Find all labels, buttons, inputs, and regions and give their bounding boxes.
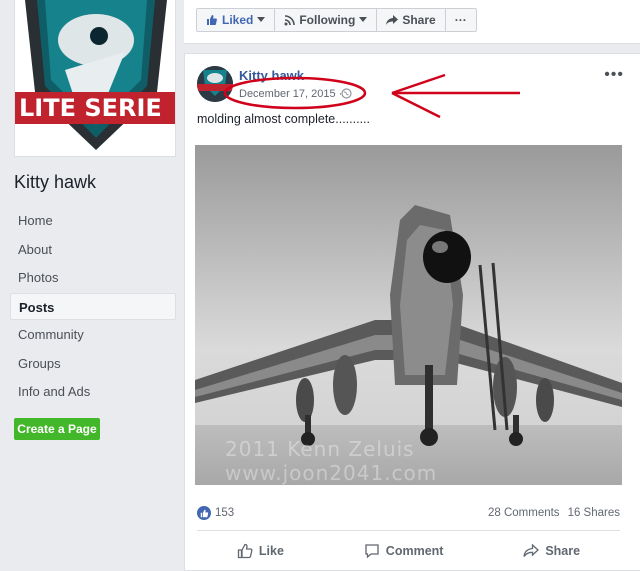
jet-aircraft-photo bbox=[195, 145, 622, 485]
nav-item-info-and-ads[interactable]: Info and Ads bbox=[10, 378, 176, 405]
page-nav: Home About Photos Posts Community Groups… bbox=[10, 207, 176, 407]
post-author-link[interactable]: Kitty hawk bbox=[239, 68, 304, 83]
comment-icon bbox=[365, 544, 379, 559]
shares-count-link[interactable]: 16 Shares bbox=[568, 507, 620, 519]
elite-series-logo: LITE SERIE bbox=[15, 0, 175, 156]
photo-watermark: 2011 Kenn Zeluis www.joon2041.com bbox=[225, 437, 438, 485]
nav-item-community[interactable]: Community bbox=[10, 321, 176, 348]
share-button[interactable]: Share bbox=[523, 536, 580, 566]
liked-label: Liked bbox=[222, 13, 254, 27]
thumbs-up-icon bbox=[207, 15, 217, 25]
like-reaction-icon bbox=[197, 506, 211, 520]
share-label: Share bbox=[545, 544, 581, 558]
comments-count-link[interactable]: 28 Comments bbox=[488, 507, 560, 519]
create-page-button[interactable]: Create a Page bbox=[14, 418, 100, 440]
comment-button[interactable]: Comment bbox=[364, 536, 444, 566]
post-card: Kitty hawk December 17, 2015 · ••• moldi… bbox=[184, 53, 640, 571]
share-label: Share bbox=[402, 13, 436, 27]
page-sidebar: LITE SERIE Kitty hawk Home About Photos … bbox=[0, 0, 184, 571]
chevron-down-icon bbox=[257, 17, 266, 22]
engagement-counts: 28 Comments 16 Shares bbox=[488, 507, 620, 519]
page-action-bar: Liked Following Share ··· bbox=[184, 0, 640, 44]
avatar[interactable] bbox=[197, 66, 233, 102]
share-arrow-icon bbox=[523, 544, 540, 557]
profile-cover-image[interactable]: LITE SERIE bbox=[14, 0, 176, 157]
post-action-bar: Like Comment Share bbox=[197, 536, 620, 566]
chevron-down-icon bbox=[359, 17, 368, 22]
page-title: Kitty hawk bbox=[14, 172, 97, 192]
like-count: 153 bbox=[215, 507, 235, 519]
svg-text:LITE SERIE: LITE SERIE bbox=[19, 94, 162, 122]
more-options-button[interactable]: ··· bbox=[446, 9, 476, 31]
nav-item-about[interactable]: About bbox=[10, 236, 176, 263]
post-timestamp[interactable]: December 17, 2015 · bbox=[239, 88, 342, 100]
nav-item-home[interactable]: Home bbox=[10, 207, 176, 234]
page-avatar-logo bbox=[197, 66, 233, 102]
rss-icon bbox=[284, 14, 296, 25]
following-button[interactable]: Following bbox=[275, 9, 378, 31]
post-options-icon[interactable]: ••• bbox=[604, 66, 624, 84]
globe-icon bbox=[341, 88, 352, 99]
page-action-buttons: Liked Following Share ··· bbox=[196, 8, 477, 32]
liked-button[interactable]: Liked bbox=[197, 9, 276, 31]
share-page-button[interactable]: Share bbox=[377, 9, 446, 31]
share-arrow-icon bbox=[386, 15, 399, 25]
post-body-text: molding almost complete.......... bbox=[197, 112, 370, 126]
nav-item-groups[interactable]: Groups bbox=[10, 350, 176, 377]
reaction-summary[interactable]: 153 bbox=[197, 506, 234, 520]
nav-item-photos[interactable]: Photos bbox=[10, 264, 176, 291]
post-photo[interactable]: 2011 Kenn Zeluis www.joon2041.com bbox=[195, 145, 622, 485]
nav-item-posts[interactable]: Posts bbox=[10, 292, 176, 320]
like-label: Like bbox=[258, 544, 284, 558]
thumbs-up-outline-icon bbox=[237, 543, 253, 559]
divider bbox=[197, 530, 620, 531]
like-button[interactable]: Like bbox=[237, 536, 284, 566]
comment-label: Comment bbox=[385, 544, 444, 558]
following-label: Following bbox=[299, 13, 356, 27]
